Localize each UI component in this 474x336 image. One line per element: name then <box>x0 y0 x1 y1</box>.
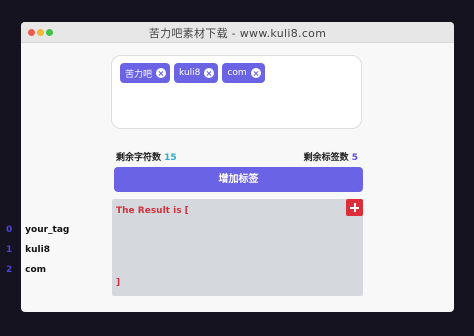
result-index: 2 <box>6 265 13 275</box>
result-value: com <box>25 265 47 275</box>
remove-tag-icon[interactable] <box>250 68 261 78</box>
remaining-tags-counter: 剩余标签数 5 <box>304 150 358 163</box>
remove-tag-icon[interactable] <box>204 68 215 78</box>
remaining-chars-label: 剩余字符数 <box>116 153 162 163</box>
new-tag-input[interactable] <box>356 63 470 83</box>
add-tag-button[interactable]: 增加标签 <box>114 167 363 192</box>
tag-chip: kuli8 <box>174 63 219 83</box>
result-value: your_tag <box>25 225 70 235</box>
remaining-chars-value: 15 <box>164 153 177 163</box>
window-title: 苦力吧素材下载 - www.kuli8.com <box>148 27 327 40</box>
result-row: 2 com <box>6 265 46 275</box>
result-heading: The Result is [ <box>116 206 189 216</box>
result-panel: The Result is [ ] <box>112 199 363 296</box>
tag-label: kuli8 <box>179 68 201 78</box>
tag-label: com <box>227 68 247 78</box>
result-index: 0 <box>6 225 13 235</box>
remove-tag-icon[interactable] <box>156 68 167 78</box>
tag-chip: com <box>222 63 265 83</box>
result-close-bracket: ] <box>116 278 121 288</box>
tag-label: 苦力吧 <box>125 69 153 80</box>
plus-icon[interactable] <box>346 199 363 216</box>
remaining-chars-counter: 剩余字符数 15 <box>116 150 177 163</box>
tag-list: 苦力吧 kuli8 com <box>120 63 265 83</box>
result-index: 1 <box>6 245 13 255</box>
tag-input-box[interactable]: 苦力吧 kuli8 com <box>111 55 470 129</box>
remaining-tags-label: 剩余标签数 <box>303 153 349 163</box>
remaining-tags-value: 5 <box>351 153 358 163</box>
result-row: 1 kuli8 <box>6 245 50 255</box>
result-value: kuli8 <box>25 245 50 255</box>
result-row: 0 your_tag <box>6 225 69 235</box>
tag-chip: 苦力吧 <box>120 63 171 83</box>
title-bar: 苦力吧素材下载 - www.kuli8.com <box>21 22 454 43</box>
